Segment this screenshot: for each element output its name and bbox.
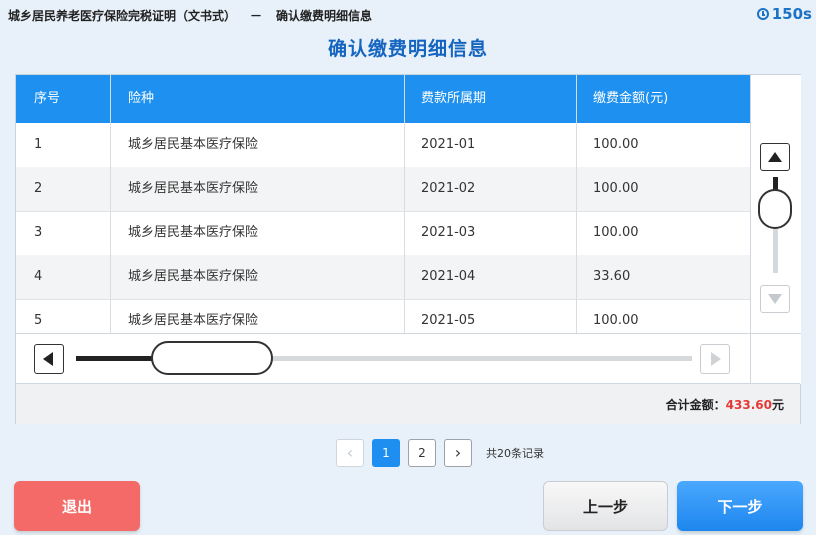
table-row[interactable]: 2 城乡居民基本医疗保险 2021-02 100.00 [16, 167, 750, 212]
prev-page-button[interactable]: ‹ [336, 439, 364, 467]
top-bar: 城乡居民养老医疗保险完税证明（文书式） － 确认缴费明细信息 150s [0, 0, 816, 30]
cell-index: 3 [34, 225, 43, 240]
previous-step-button[interactable]: 上一步 [543, 481, 668, 531]
cell-index: 4 [34, 269, 43, 284]
scroll-left-button[interactable] [34, 344, 64, 374]
cell-amount: 33.60 [593, 269, 631, 284]
horizontal-scroll-thumb[interactable] [151, 341, 273, 375]
column-divider [576, 75, 577, 333]
exit-button[interactable]: 退出 [14, 481, 140, 531]
cell-amount: 100.00 [593, 181, 639, 196]
total-amount: 合计金额：433.60元 [666, 396, 784, 413]
vertical-scrollbar[interactable] [750, 123, 801, 333]
cell-amount: 100.00 [593, 225, 639, 240]
table-row[interactable]: 4 城乡居民基本医疗保险 2021-04 33.60 [16, 255, 750, 300]
scroll-corner-bottom [750, 333, 801, 384]
record-count: 共20条记录 [486, 447, 544, 460]
payment-detail-table: 序号 险种 费款所属期 缴费金额(元) 1 城乡居民基本医疗保险 2021-01… [15, 74, 801, 424]
triangle-up-icon [768, 152, 782, 162]
cell-insurance-type: 城乡居民基本医疗保险 [128, 269, 259, 284]
column-header-amount: 缴费金额(元) [593, 91, 669, 106]
table-header: 序号 险种 费款所属期 缴费金额(元) [16, 75, 750, 123]
horizontal-scroll-progress [76, 356, 160, 361]
table-row[interactable]: 5 城乡居民基本医疗保险 2021-05 100.00 [16, 299, 750, 334]
horizontal-scrollbar[interactable] [16, 333, 750, 384]
table-row[interactable]: 1 城乡居民基本医疗保险 2021-01 100.00 [16, 123, 750, 168]
clock-icon [756, 8, 769, 20]
cell-index: 2 [34, 181, 43, 196]
next-page-button[interactable]: › [444, 439, 472, 467]
cell-period: 2021-04 [421, 269, 476, 284]
scroll-right-button[interactable] [700, 344, 730, 374]
breadcrumb-separator: － [250, 9, 263, 23]
scroll-down-button[interactable] [760, 285, 790, 313]
cell-insurance-type: 城乡居民基本医疗保险 [128, 181, 259, 196]
triangle-left-icon [43, 352, 53, 366]
cell-period: 2021-03 [421, 225, 476, 240]
cell-period: 2021-01 [421, 137, 476, 152]
triangle-right-icon [711, 352, 721, 366]
next-step-button[interactable]: 下一步 [677, 481, 803, 531]
vertical-scroll-thumb[interactable] [758, 189, 792, 229]
service-title: 城乡居民养老医疗保险完税证明（文书式） [8, 9, 237, 23]
total-unit: 元 [771, 398, 784, 412]
countdown-value: 150s [771, 5, 812, 23]
column-header-insurance-type: 险种 [128, 91, 155, 106]
total-bar: 合计金额：433.60元 [16, 383, 800, 424]
cell-amount: 100.00 [593, 137, 639, 152]
column-divider [110, 75, 111, 333]
page-button-2[interactable]: 2 [408, 439, 436, 467]
total-label: 合计金额： [665, 398, 726, 412]
scroll-up-button[interactable] [760, 143, 790, 171]
cell-period: 2021-02 [421, 181, 476, 196]
cell-insurance-type: 城乡居民基本医疗保险 [128, 137, 259, 152]
chevron-right-icon: › [454, 443, 462, 462]
total-value: 433.60 [725, 398, 772, 412]
column-divider [404, 75, 405, 333]
triangle-down-icon [768, 294, 782, 304]
column-header-period: 费款所属期 [421, 91, 487, 106]
scroll-corner-top [750, 75, 801, 123]
column-header-index: 序号 [34, 91, 61, 106]
chevron-left-icon: ‹ [346, 443, 354, 462]
table-row[interactable]: 3 城乡居民基本医疗保险 2021-03 100.00 [16, 211, 750, 256]
current-step: 确认缴费明细信息 [276, 9, 373, 23]
cell-index: 1 [34, 137, 43, 152]
page-title: 确认缴费明细信息 [327, 38, 488, 60]
countdown-timer: 150s [756, 3, 812, 25]
pagination: ‹ 1 2 › 共20条记录 [336, 436, 544, 470]
breadcrumb: 城乡居民养老医疗保险完税证明（文书式） － 确认缴费明细信息 [8, 7, 372, 24]
cell-insurance-type: 城乡居民基本医疗保险 [128, 225, 259, 240]
page-button-1[interactable]: 1 [372, 439, 400, 467]
